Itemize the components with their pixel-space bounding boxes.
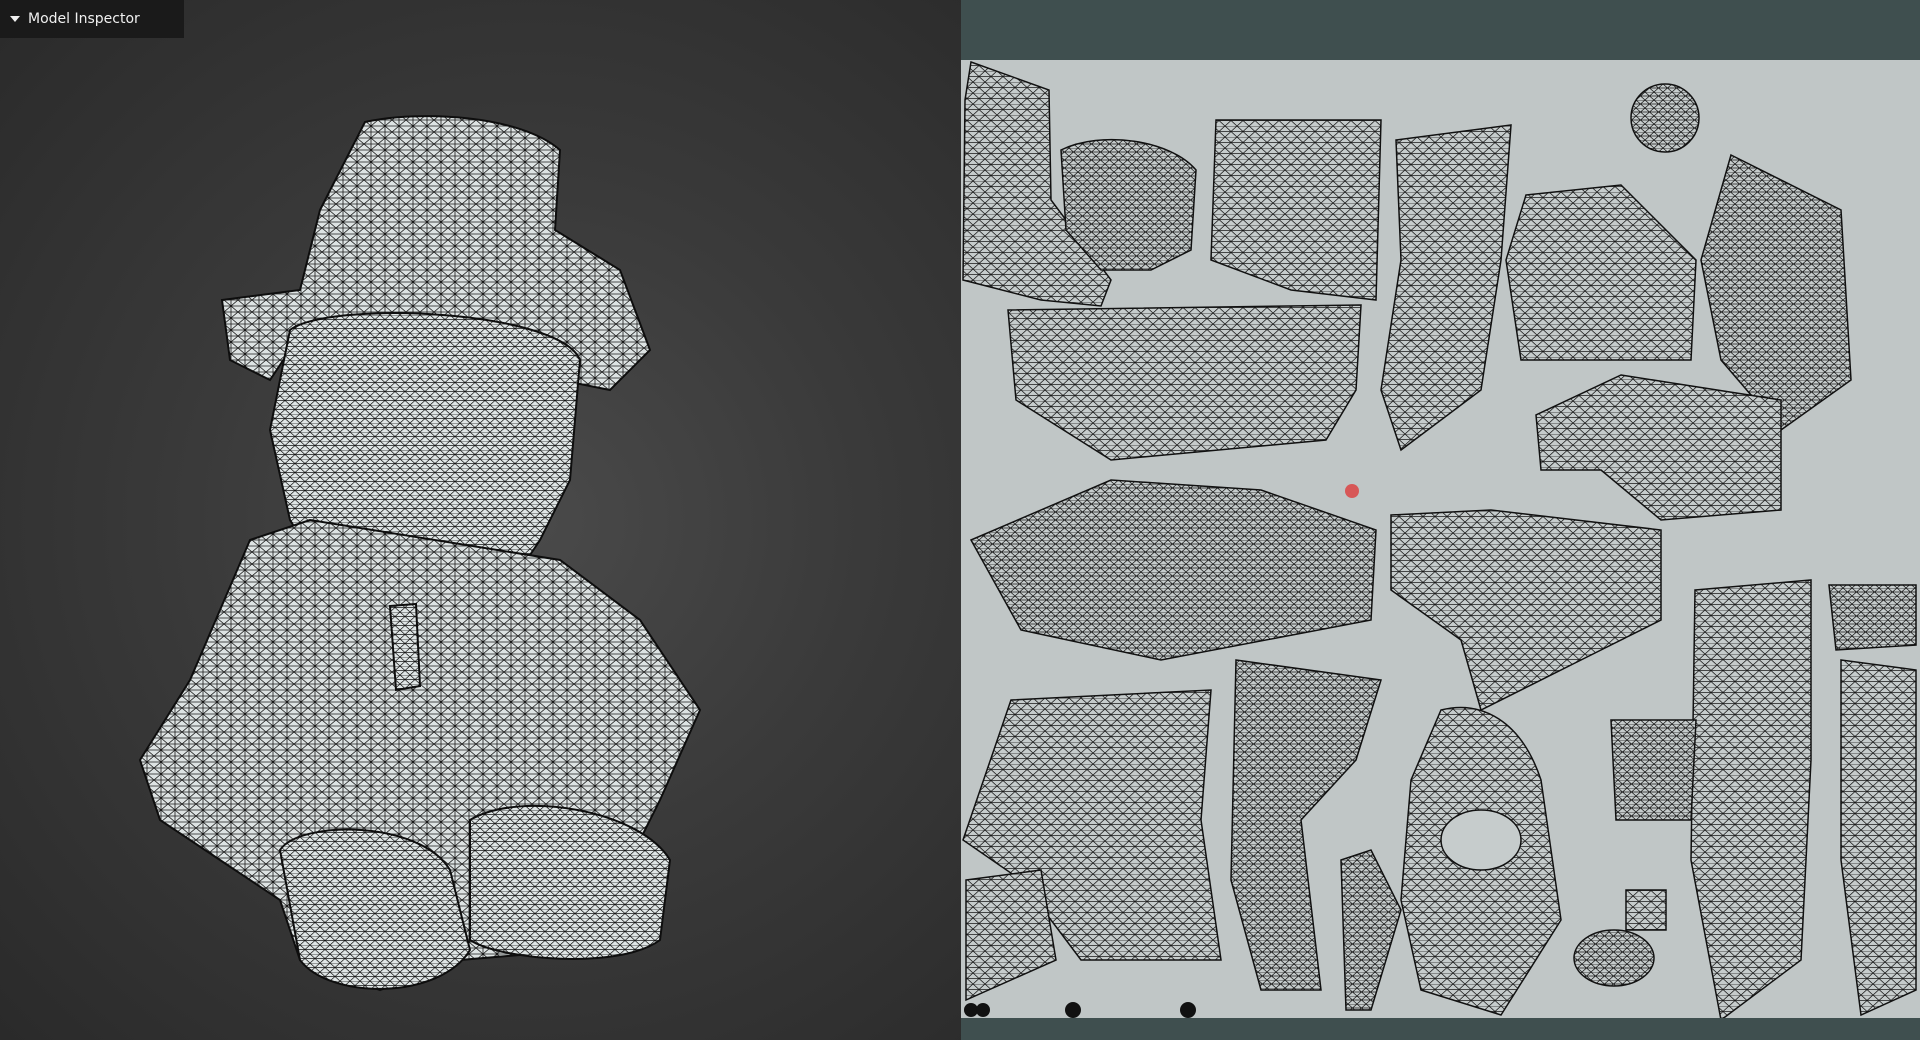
uv-island (1535, 374, 1782, 521)
model-inspector-toggle[interactable]: Model Inspector (0, 0, 184, 38)
model-viewport[interactable]: Model Inspector (0, 0, 961, 1040)
uv-island (1440, 809, 1522, 871)
character-mesh (138, 115, 702, 992)
uv-island (1390, 509, 1662, 712)
uv-islands (962, 60, 1917, 1018)
uv-island (1630, 83, 1700, 153)
uv-island (1340, 849, 1402, 1011)
uv-island (969, 479, 1377, 661)
mesh-wireframe-view (138, 115, 702, 992)
uv-island (1505, 184, 1697, 361)
uv-island (1065, 1002, 1081, 1018)
triangle-down-icon (10, 16, 20, 22)
panel-title: Model Inspector (28, 11, 140, 27)
uv-island (1700, 153, 1852, 432)
uv-editor-panel (961, 0, 1920, 1040)
uv-cursor[interactable] (1345, 484, 1359, 498)
uv-island (1610, 719, 1697, 821)
uv-island (1180, 1002, 1196, 1018)
uv-island (964, 1003, 978, 1017)
uv-canvas[interactable] (961, 60, 1920, 1018)
uv-island (1625, 889, 1667, 931)
uv-island (976, 1003, 990, 1017)
uv-island (1690, 579, 1812, 1018)
uv-island (1828, 584, 1917, 651)
uv-island (1380, 124, 1512, 452)
uv-island (1007, 304, 1362, 461)
uv-island (1573, 929, 1655, 987)
uv-island (1210, 119, 1382, 301)
uv-island (1840, 659, 1917, 1017)
uv-island (965, 869, 1057, 1002)
